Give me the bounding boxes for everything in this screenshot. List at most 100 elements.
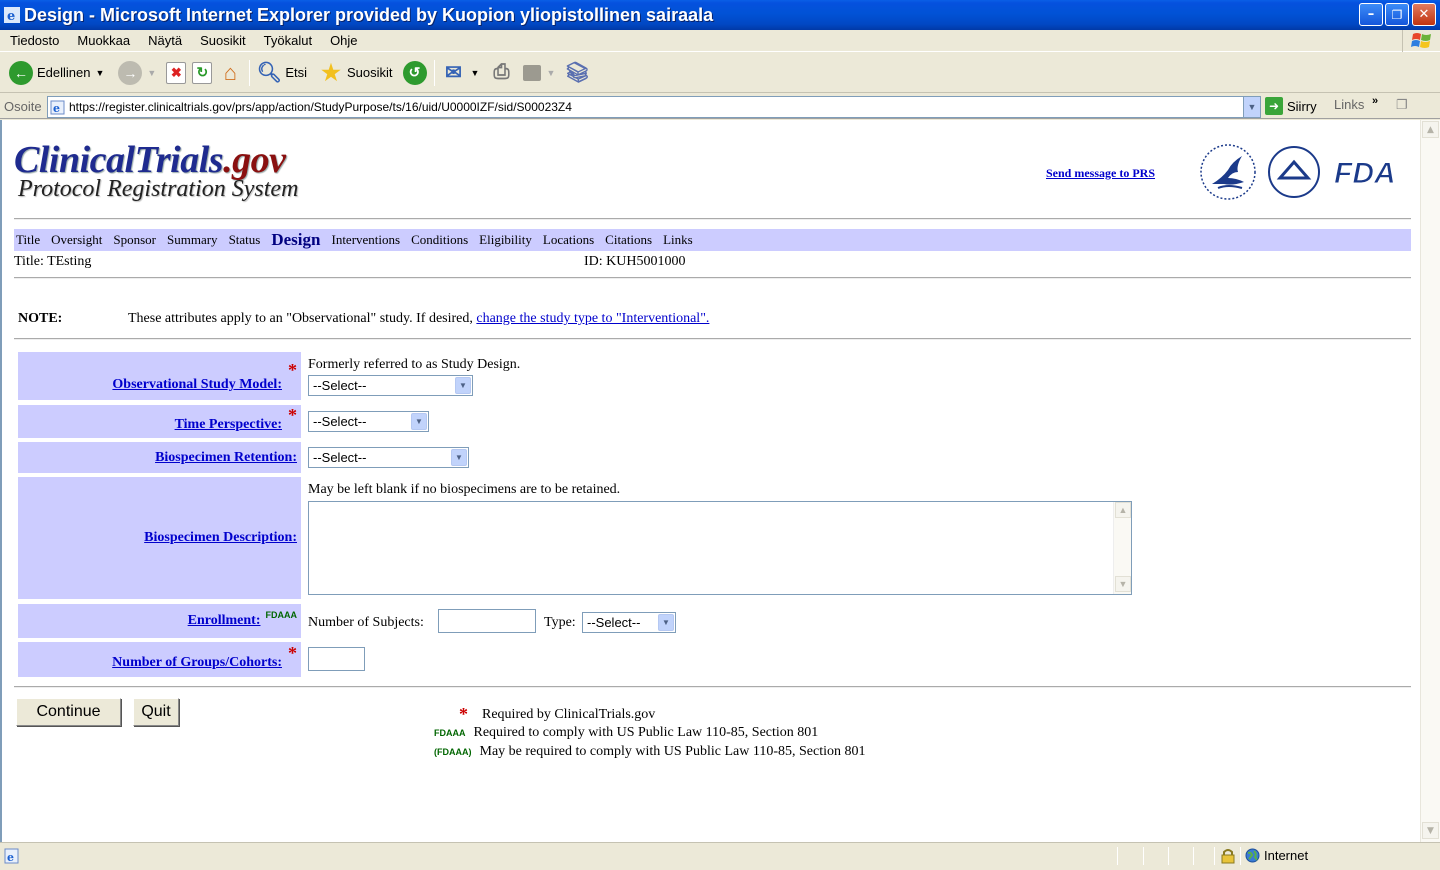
continue-button[interactable]: Continue — [16, 698, 121, 726]
nav-interventions[interactable]: Interventions — [329, 232, 406, 248]
groups-label[interactable]: Number of Groups/Cohorts: — [112, 655, 282, 671]
links-button[interactable]: Links — [1334, 97, 1364, 112]
enrollment-type-value: --Select-- — [587, 615, 641, 630]
edit-button[interactable]: ▼ — [520, 56, 558, 90]
ie-icon: e — [4, 7, 20, 23]
security-zone[interactable]: Internet — [1245, 848, 1309, 863]
address-url: https://register.clinicaltrials.gov/prs/… — [69, 100, 572, 114]
bio-description-label[interactable]: Biospecimen Description: — [144, 530, 297, 546]
subjects-input[interactable] — [438, 609, 536, 633]
zone-label: Internet — [1264, 848, 1309, 863]
header-divider — [14, 218, 1411, 220]
study-model-hint: Formerly referred to as Study Design. — [308, 357, 521, 372]
fdaaa-tag: FDAAA — [265, 610, 298, 620]
scroll-up-icon[interactable]: ▲ — [1422, 121, 1439, 138]
window-title-bar[interactable]: e Design - Microsoft Internet Explorer p… — [0, 0, 1440, 30]
scroll-down-icon[interactable]: ▼ — [1422, 822, 1439, 839]
menu-bar: Tiedosto Muokkaa Näytä Suosikit Työkalut… — [0, 30, 1440, 52]
menu-help[interactable]: Ohje — [320, 33, 365, 48]
scroll-down-icon[interactable]: ▼ — [1115, 576, 1131, 592]
research-button[interactable]: 📚︎ — [562, 56, 592, 90]
toolbar-separator — [249, 59, 251, 86]
nav-summary[interactable]: Summary — [165, 232, 224, 248]
quit-button[interactable]: Quit — [133, 698, 179, 726]
menu-tools[interactable]: Työkalut — [254, 33, 320, 48]
toolbar-extra-icon[interactable]: ❐ — [1396, 97, 1408, 113]
scroll-up-icon[interactable]: ▲ — [1115, 502, 1131, 518]
mail-button[interactable]: ✉ ▼ — [439, 56, 483, 90]
nav-links[interactable]: Links — [661, 232, 699, 248]
logo-gov-text: .gov — [223, 139, 286, 181]
history-button[interactable]: ↺ — [400, 56, 430, 90]
study-model-select[interactable]: --Select-- ▼ — [308, 375, 473, 396]
forward-dropdown-icon[interactable]: ▼ — [147, 68, 156, 78]
time-perspective-label-cell: Time Perspective: * — [18, 405, 301, 438]
back-button[interactable]: ← Edellinen ▼ — [6, 56, 107, 90]
study-model-label-cell: Observational Study Model: * — [18, 352, 301, 400]
status-separator — [1168, 847, 1169, 865]
go-label: Siirry — [1287, 98, 1317, 114]
page-scrollbar[interactable]: ▲ ▼ — [1420, 120, 1440, 842]
research-icon: 📚︎ — [564, 62, 591, 84]
bio-description-textarea[interactable]: ▲ ▼ — [308, 501, 1132, 595]
close-button[interactable]: ✕ — [1412, 3, 1436, 26]
bio-retention-label-cell: Biospecimen Retention: — [18, 442, 301, 473]
refresh-icon: ↻ — [192, 61, 213, 84]
menu-favorites[interactable]: Suosikit — [190, 33, 254, 48]
bio-retention-select[interactable]: --Select-- ▼ — [308, 447, 469, 468]
status-separator — [1240, 847, 1241, 865]
links-chevron-icon[interactable]: » — [1372, 95, 1378, 107]
nav-citations[interactable]: Citations — [603, 232, 658, 248]
study-model-label[interactable]: Observational Study Model: — [112, 377, 282, 393]
search-label: Etsi — [285, 65, 308, 80]
enrollment-label[interactable]: Enrollment: — [188, 613, 261, 629]
favorites-button[interactable]: ★ Suosikit — [316, 56, 396, 90]
go-button[interactable]: ➜ Siirry — [1265, 97, 1317, 115]
textarea-scrollbar[interactable]: ▲ ▼ — [1113, 502, 1131, 594]
search-button[interactable]: 🔍︎ Etsi — [254, 56, 310, 90]
groups-input[interactable] — [308, 647, 365, 671]
nav-status[interactable]: Status — [227, 232, 267, 248]
nav-conditions[interactable]: Conditions — [409, 232, 474, 248]
nav-eligibility[interactable]: Eligibility — [477, 232, 538, 248]
print-button[interactable]: ⎙ — [486, 56, 516, 90]
enrollment-type-select[interactable]: --Select-- ▼ — [582, 612, 676, 633]
stop-button[interactable]: ✖ — [163, 56, 189, 90]
search-icon: 🔍︎ — [256, 62, 283, 84]
status-separator — [1117, 847, 1118, 865]
close-icon: ✕ — [1418, 7, 1430, 22]
address-input[interactable]: e https://register.clinicaltrials.gov/pr… — [47, 96, 1261, 118]
stop-icon: ✖ — [166, 61, 187, 84]
bio-retention-label[interactable]: Biospecimen Retention: — [155, 450, 297, 466]
subjects-label: Number of Subjects: — [308, 615, 424, 630]
chevron-down-icon: ▼ — [411, 413, 427, 430]
legend-fdaaa-optional: (FDAAA) May be required to comply with U… — [434, 744, 865, 760]
nav-title[interactable]: Title — [14, 232, 46, 248]
nav-sponsor[interactable]: Sponsor — [111, 232, 162, 248]
home-button[interactable]: ⌂ — [215, 56, 245, 90]
note-divider — [14, 338, 1411, 340]
fda-text: FDA — [1334, 157, 1396, 189]
maximize-button[interactable]: ❐ — [1385, 3, 1409, 26]
record-id: ID: KUH5001000 — [584, 254, 686, 269]
send-message-link[interactable]: Send message to PRS — [1046, 166, 1155, 181]
nav-locations[interactable]: Locations — [541, 232, 600, 248]
menu-file[interactable]: Tiedosto — [0, 33, 67, 48]
nav-oversight[interactable]: Oversight — [49, 232, 108, 248]
edit-dropdown-icon[interactable]: ▼ — [546, 68, 555, 78]
mail-dropdown-icon[interactable]: ▼ — [471, 68, 480, 78]
back-dropdown-icon[interactable]: ▼ — [96, 68, 105, 78]
forward-arrow-icon: → — [118, 60, 143, 85]
legend-fdaaa-text: Required to comply with US Public Law 11… — [473, 725, 819, 740]
time-perspective-select[interactable]: --Select-- ▼ — [308, 411, 429, 432]
menu-edit[interactable]: Muokkaa — [67, 33, 138, 48]
minimize-button[interactable]: – — [1359, 3, 1383, 26]
change-study-type-link[interactable]: change the study type to "Interventional… — [476, 311, 709, 326]
forward-button[interactable]: → ▼ — [115, 56, 159, 90]
address-dropdown-icon[interactable]: ▼ — [1243, 97, 1260, 117]
groups-label-cell: Number of Groups/Cohorts: * — [18, 642, 301, 677]
menu-view[interactable]: Näytä — [138, 33, 190, 48]
refresh-button[interactable]: ↻ — [189, 56, 215, 90]
time-perspective-label[interactable]: Time Perspective: — [175, 417, 282, 433]
standard-toolbar: ← Edellinen ▼ → ▼ ✖ ↻ ⌂ 🔍︎ Etsi ★ Suosik… — [0, 53, 1440, 93]
